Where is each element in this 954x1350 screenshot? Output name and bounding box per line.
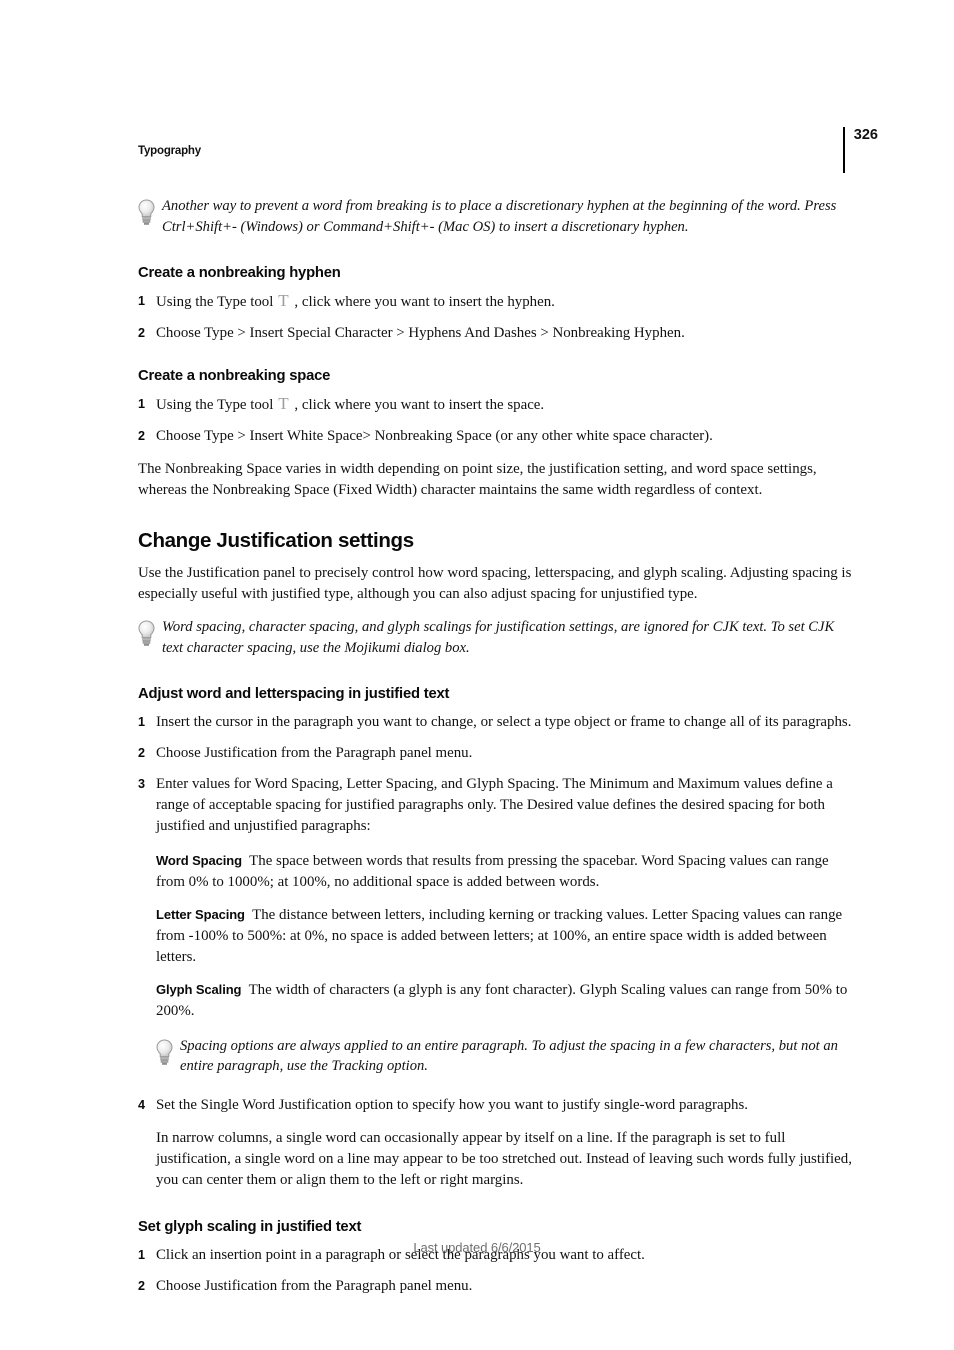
svg-text:T: T bbox=[279, 291, 290, 309]
step-item: 1 Using the Type tool T, click where you … bbox=[138, 394, 852, 416]
document-page: Typography 326 Another way to prevent a … bbox=[0, 0, 954, 1350]
step-text: Enter values for Word Spacing, Letter Sp… bbox=[156, 775, 833, 834]
step-item: 2 Choose Type > Insert Special Character… bbox=[138, 323, 852, 344]
step-number: 1 bbox=[138, 396, 146, 411]
step-number: 1 bbox=[138, 714, 146, 729]
heading-change-justification-settings: Change Justification settings bbox=[138, 528, 414, 552]
step-number: 3 bbox=[138, 776, 146, 791]
step-text: Insert the cursor in the paragraph you w… bbox=[156, 713, 852, 730]
step4-explanation: In narrow columns, a single word can occ… bbox=[138, 1128, 852, 1191]
step-number: 2 bbox=[138, 1278, 146, 1293]
tip-note-1: Another way to prevent a word from break… bbox=[138, 196, 852, 237]
svg-text:T: T bbox=[279, 394, 290, 412]
definition-description: The space between words that results fro… bbox=[156, 852, 829, 890]
step-number: 2 bbox=[138, 325, 146, 340]
definition-letter-spacing: Letter Spacing The distance between lett… bbox=[138, 905, 852, 968]
definition-term: Letter Spacing bbox=[156, 906, 245, 922]
definition-description: The distance between letters, including … bbox=[156, 906, 843, 965]
step-number: 1 bbox=[138, 293, 146, 308]
lightbulb-icon bbox=[138, 620, 155, 647]
step-text: Using the Type tool T, click where you wa… bbox=[156, 291, 852, 313]
lightbulb-icon bbox=[156, 1039, 173, 1066]
type-tool-icon: T bbox=[275, 394, 292, 413]
definition-term: Word Spacing bbox=[156, 852, 242, 868]
step-item: 3 Enter values for Word Spacing, Letter … bbox=[138, 774, 852, 837]
step-text: Using the Type tool T, click where you wa… bbox=[156, 394, 852, 416]
lightbulb-icon bbox=[138, 199, 155, 226]
document-content: Another way to prevent a word from break… bbox=[138, 196, 852, 1297]
type-tool-icon: T bbox=[275, 291, 292, 310]
definition-glyph-scaling: Glyph Scaling The width of characters (a… bbox=[138, 980, 852, 1022]
step-text: Choose Type > Insert White Space> Nonbre… bbox=[156, 427, 713, 444]
step-text: Set the Single Word Justification option… bbox=[156, 1096, 748, 1113]
page-number-rule bbox=[842, 127, 845, 173]
step-item: 2 Choose Type > Insert White Space> Nonb… bbox=[138, 426, 852, 447]
step-number: 2 bbox=[138, 428, 146, 443]
step-text: Choose Justification from the Paragraph … bbox=[156, 1277, 473, 1294]
tip-note-2: Word spacing, character spacing, and gly… bbox=[138, 617, 852, 658]
running-header-title: Typography bbox=[138, 145, 201, 157]
step-text-before-icon: Using the Type tool bbox=[156, 293, 274, 310]
step-text-before-icon: Using the Type tool bbox=[156, 396, 274, 413]
tip-note-3-text: Spacing options are always applied to an… bbox=[180, 1037, 838, 1075]
step-text: Choose Justification from the Paragraph … bbox=[156, 744, 473, 761]
step-number: 2 bbox=[138, 745, 146, 760]
step-item: 2 Choose Justification from the Paragrap… bbox=[138, 743, 852, 764]
step-text-after-icon: , click where you want to insert the spa… bbox=[294, 396, 545, 413]
heading-create-nonbreaking-hyphen: Create a nonbreaking hyphen bbox=[138, 265, 341, 281]
nonbreaking-space-paragraph: The Nonbreaking Space varies in width de… bbox=[138, 460, 817, 498]
definition-term: Glyph Scaling bbox=[156, 981, 242, 997]
footer-last-updated: Last updated 6/6/2015 bbox=[413, 1240, 541, 1255]
tip-note-1-text: Another way to prevent a word from break… bbox=[162, 198, 837, 235]
page-number-group: 326 bbox=[842, 127, 878, 173]
change-justification-paragraph: Use the Justification panel to precisely… bbox=[138, 565, 852, 603]
definition-description: The width of characters (a glyph is any … bbox=[156, 981, 848, 1019]
heading-create-nonbreaking-space: Create a nonbreaking space bbox=[138, 367, 331, 384]
step-item: 2 Choose Justification from the Paragrap… bbox=[138, 1276, 852, 1297]
step-number: 4 bbox=[138, 1097, 146, 1112]
step-item: 4 Set the Single Word Justification opti… bbox=[138, 1095, 852, 1116]
step-text: Choose Type > Insert Special Character >… bbox=[156, 324, 685, 341]
step4-explanation-text: In narrow columns, a single word can occ… bbox=[156, 1129, 852, 1188]
running-header: Typography 326 bbox=[138, 127, 878, 185]
step-text-after-icon: , click where you want to insert the hyp… bbox=[294, 293, 555, 310]
page-number: 326 bbox=[853, 127, 878, 143]
tip-note-2-text: Word spacing, character spacing, and gly… bbox=[162, 619, 835, 656]
step-item: 1 Insert the cursor in the paragraph you… bbox=[138, 712, 852, 733]
definition-word-spacing: Word Spacing The space between words tha… bbox=[138, 851, 852, 893]
heading-set-glyph-scaling: Set glyph scaling in justified text bbox=[138, 1218, 362, 1235]
heading-adjust-word-letterspacing: Adjust word and letterspacing in justifi… bbox=[138, 686, 450, 703]
tip-note-3: Spacing options are always applied to an… bbox=[156, 1036, 852, 1077]
step-item: 1 Using the Type tool T, click where you … bbox=[138, 291, 852, 313]
